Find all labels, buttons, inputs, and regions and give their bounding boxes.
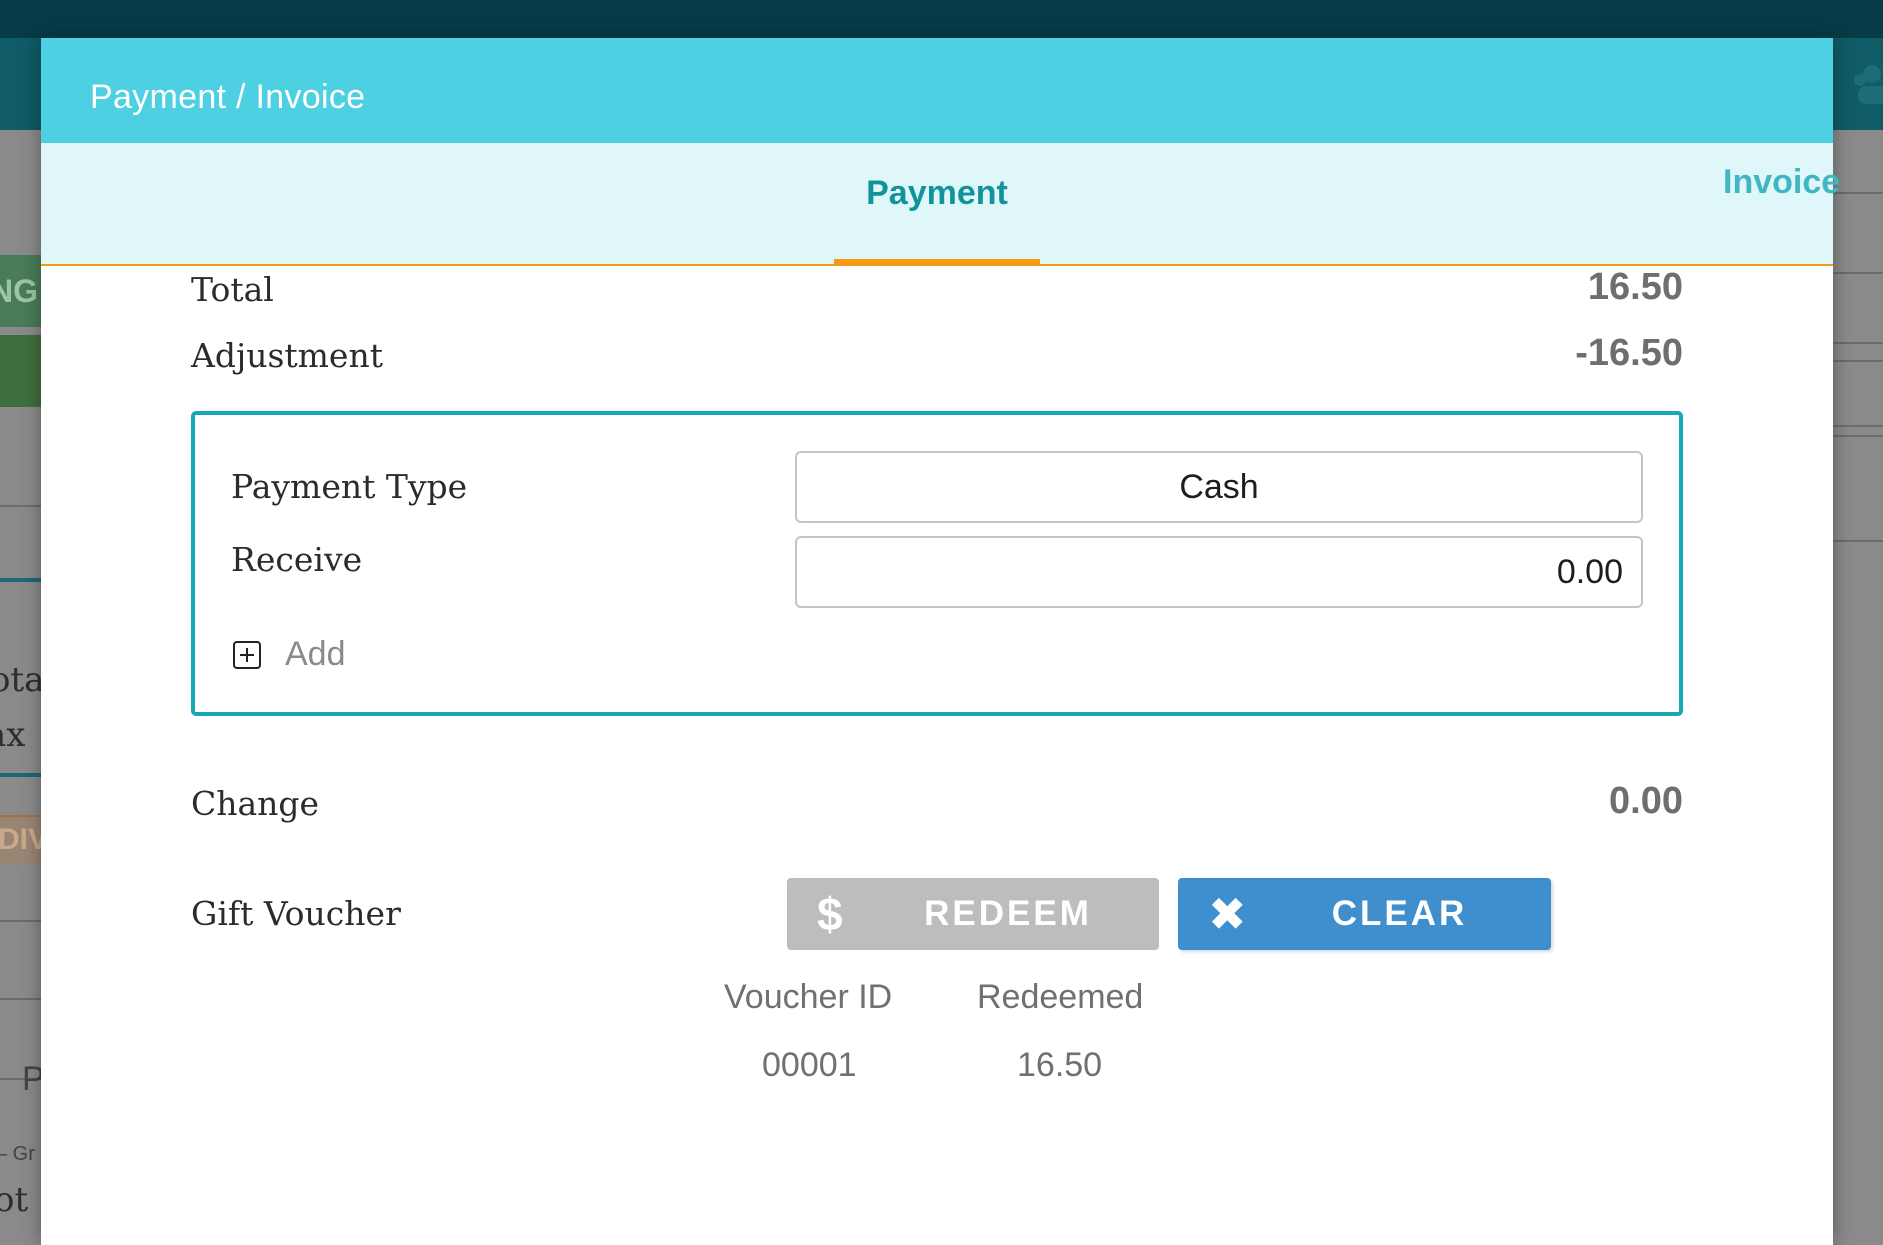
users-icon[interactable] bbox=[1850, 58, 1883, 118]
add-payment-label: Add bbox=[285, 635, 346, 673]
clear-button-label: CLEAR bbox=[1331, 894, 1468, 933]
background-divider bbox=[1833, 272, 1883, 274]
plus-square-icon bbox=[233, 640, 261, 669]
tab-bar: Payment Invoice bbox=[41, 143, 1840, 266]
background-divider bbox=[0, 773, 41, 777]
total-value: 16.50 bbox=[1587, 266, 1683, 308]
payment-type-label: Payment Type bbox=[231, 467, 468, 506]
total-label: Total bbox=[191, 270, 274, 309]
adjustment-label: Adjustment bbox=[191, 336, 383, 375]
payment-type-select[interactable]: Cash bbox=[795, 451, 1643, 523]
tab-payment[interactable]: Payment bbox=[834, 143, 1040, 264]
payment-type-value: Cash bbox=[1179, 467, 1259, 506]
background-fragment: P bbox=[22, 1060, 41, 1098]
clear-button[interactable]: ✖ CLEAR bbox=[1178, 878, 1551, 950]
payment-invoice-dialog: Payment / Invoice Payment Invoice Total … bbox=[41, 38, 1840, 1245]
background-divider bbox=[0, 998, 41, 1000]
background-fragment: ax bbox=[0, 715, 26, 755]
redeemed-header: Redeemed bbox=[977, 978, 1144, 1016]
gift-voucher-label: Gift Voucher bbox=[191, 894, 401, 933]
receive-amount-value: 0.00 bbox=[1556, 552, 1623, 591]
background-fragment: – Gr bbox=[0, 1143, 35, 1165]
change-label: Change bbox=[191, 784, 320, 823]
background-divider bbox=[1833, 425, 1883, 427]
background-button bbox=[0, 335, 41, 407]
background-fragment: ot S bbox=[0, 1180, 41, 1220]
voucher-id-cell: 00001 bbox=[762, 1046, 857, 1084]
redeem-button[interactable]: $ REDEEM bbox=[787, 878, 1159, 950]
background-top-bar bbox=[0, 0, 1883, 38]
background-fragment: NG bbox=[0, 273, 38, 309]
background-divider bbox=[1833, 360, 1883, 362]
adjustment-value: -16.50 bbox=[1575, 332, 1683, 374]
background-left-panel: t NG ota ax DIV P – Gr ot S bbox=[0, 130, 41, 1245]
background-divider bbox=[1833, 540, 1883, 542]
voucher-id-header: Voucher ID bbox=[724, 978, 893, 1016]
dialog-title: Payment / Invoice bbox=[90, 78, 366, 116]
payment-entry-box: Payment Type Cash Receive 0.00 Add bbox=[191, 411, 1683, 716]
background-divider bbox=[0, 578, 41, 582]
redeem-button-label: REDEEM bbox=[924, 894, 1092, 933]
background-divider bbox=[0, 505, 41, 507]
background-right-panel bbox=[1833, 130, 1883, 1245]
receive-amount-input[interactable]: 0.00 bbox=[795, 536, 1643, 608]
receive-label: Receive bbox=[231, 540, 363, 579]
background-divider bbox=[1833, 435, 1883, 437]
background-divider bbox=[0, 920, 41, 922]
background-fragment: ota bbox=[0, 660, 41, 700]
background-divider bbox=[1833, 342, 1883, 344]
add-payment-button[interactable]: Add bbox=[233, 635, 346, 674]
background-fragment: DIV bbox=[0, 823, 41, 856]
redeemed-amount-cell: 16.50 bbox=[1017, 1046, 1103, 1084]
background-button: DIV bbox=[0, 815, 41, 865]
tab-invoice[interactable]: Invoice bbox=[1723, 143, 1863, 264]
background-button: NG bbox=[0, 255, 41, 327]
change-value: 0.00 bbox=[1609, 780, 1683, 822]
dialog-header: Payment / Invoice bbox=[41, 38, 1833, 143]
